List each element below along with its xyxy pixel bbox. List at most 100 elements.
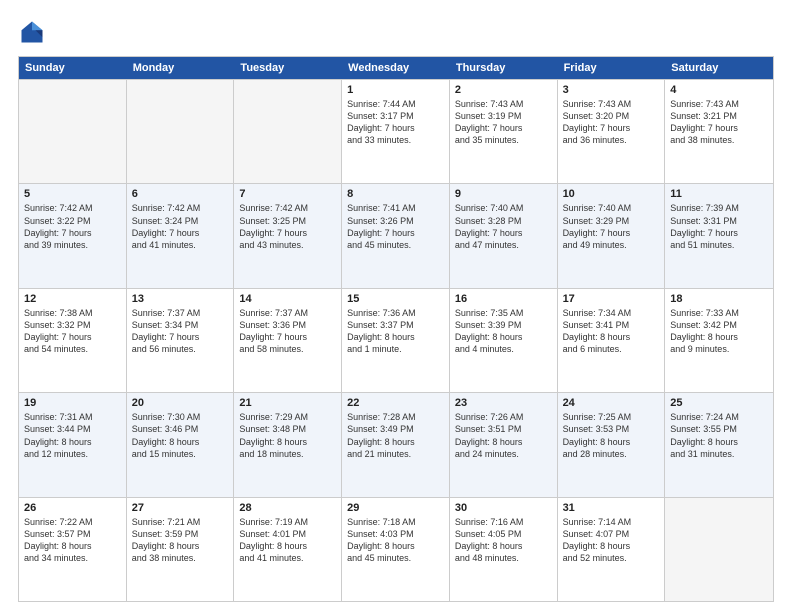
calendar-row-1: 1Sunrise: 7:44 AM Sunset: 3:17 PM Daylig… <box>19 79 773 183</box>
day-cell-21: 21 Sunrise: 7:29 AM Sunset: 3:48 PM Dayli… <box>234 393 342 496</box>
day-number: 31 <box>563 502 660 514</box>
calendar-row-2: 5Sunrise: 7:42 AM Sunset: 3:22 PM Daylig… <box>19 183 773 287</box>
day-info: Sunrise: 7:43 AM Sunset: 3:21 PM Dayligh… <box>670 98 768 147</box>
day-info: Sunrise: 7:28 AM Sunset: 3:49 PM Dayligh… <box>347 411 444 460</box>
day-info: Sunrise: 7:40 AM Sunset: 3:29 PM Dayligh… <box>563 202 660 251</box>
day-info: Sunrise: 7:41 AM Sunset: 3:26 PM Dayligh… <box>347 202 444 251</box>
day-info: Sunrise: 7:34 AM Sunset: 3:41 PM Dayligh… <box>563 307 660 356</box>
day-number: 29 <box>347 502 444 514</box>
day-cell-12: 12 Sunrise: 7:38 AM Sunset: 3:32 PM Dayli… <box>19 289 127 392</box>
day-number: 9 <box>455 188 552 200</box>
calendar-header: SundayMondayTuesdayWednesdayThursdayFrid… <box>19 57 773 79</box>
day-number: 27 <box>132 502 229 514</box>
empty-cell-0-1 <box>127 80 235 183</box>
header-day-monday: Monday <box>127 57 235 79</box>
day-info: Sunrise: 7:18 AM Sunset: 4:03 PM Dayligh… <box>347 516 444 565</box>
day-info: Sunrise: 7:38 AM Sunset: 3:32 PM Dayligh… <box>24 307 121 356</box>
day-cell-18: 18 Sunrise: 7:33 AM Sunset: 3:42 PM Dayli… <box>665 289 773 392</box>
day-number: 24 <box>563 397 660 409</box>
page: SundayMondayTuesdayWednesdayThursdayFrid… <box>0 0 792 612</box>
day-number: 6 <box>132 188 229 200</box>
day-info: Sunrise: 7:42 AM Sunset: 3:24 PM Dayligh… <box>132 202 229 251</box>
day-info: Sunrise: 7:43 AM Sunset: 3:20 PM Dayligh… <box>563 98 660 147</box>
day-cell-30: 30 Sunrise: 7:16 AM Sunset: 4:05 PM Dayli… <box>450 498 558 601</box>
day-number: 3 <box>563 84 660 96</box>
day-number: 15 <box>347 293 444 305</box>
day-info: Sunrise: 7:43 AM Sunset: 3:19 PM Dayligh… <box>455 98 552 147</box>
header-day-thursday: Thursday <box>450 57 558 79</box>
day-info: Sunrise: 7:21 AM Sunset: 3:59 PM Dayligh… <box>132 516 229 565</box>
day-info: Sunrise: 7:26 AM Sunset: 3:51 PM Dayligh… <box>455 411 552 460</box>
day-number: 17 <box>563 293 660 305</box>
day-number: 12 <box>24 293 121 305</box>
day-number: 22 <box>347 397 444 409</box>
day-number: 19 <box>24 397 121 409</box>
empty-cell-0-2 <box>234 80 342 183</box>
day-cell-11: 11 Sunrise: 7:39 AM Sunset: 3:31 PM Dayli… <box>665 184 773 287</box>
logo <box>18 18 50 46</box>
day-cell-22: 22 Sunrise: 7:28 AM Sunset: 3:49 PM Dayli… <box>342 393 450 496</box>
empty-cell-4-6 <box>665 498 773 601</box>
header <box>18 18 774 46</box>
day-info: Sunrise: 7:36 AM Sunset: 3:37 PM Dayligh… <box>347 307 444 356</box>
day-cell-7: 7 Sunrise: 7:42 AM Sunset: 3:25 PM Daylig… <box>234 184 342 287</box>
day-number: 18 <box>670 293 768 305</box>
day-cell-10: 10 Sunrise: 7:40 AM Sunset: 3:29 PM Dayli… <box>558 184 666 287</box>
day-cell-17: 17 Sunrise: 7:34 AM Sunset: 3:41 PM Dayli… <box>558 289 666 392</box>
day-number: 30 <box>455 502 552 514</box>
day-cell-20: 20Sunrise: 7:30 AM Sunset: 3:46 PM Dayli… <box>127 393 235 496</box>
day-number: 23 <box>455 397 552 409</box>
day-number: 8 <box>347 188 444 200</box>
calendar-row-4: 19 Sunrise: 7:31 AM Sunset: 3:44 PM Dayli… <box>19 392 773 496</box>
day-cell-2: 2 Sunrise: 7:43 AM Sunset: 3:19 PM Daylig… <box>450 80 558 183</box>
day-number: 5 <box>24 188 121 200</box>
header-day-friday: Friday <box>558 57 666 79</box>
day-number: 13 <box>132 293 229 305</box>
day-info: Sunrise: 7:42 AM Sunset: 3:25 PM Dayligh… <box>239 202 336 251</box>
day-cell-31: 31Sunrise: 7:14 AM Sunset: 4:07 PM Dayli… <box>558 498 666 601</box>
day-number: 10 <box>563 188 660 200</box>
day-info: Sunrise: 7:19 AM Sunset: 4:01 PM Dayligh… <box>239 516 336 565</box>
day-cell-15: 15 Sunrise: 7:36 AM Sunset: 3:37 PM Dayli… <box>342 289 450 392</box>
day-cell-26: 26 Sunrise: 7:22 AM Sunset: 3:57 PM Dayli… <box>19 498 127 601</box>
day-number: 2 <box>455 84 552 96</box>
day-info: Sunrise: 7:30 AM Sunset: 3:46 PM Dayligh… <box>132 411 229 460</box>
day-info: Sunrise: 7:31 AM Sunset: 3:44 PM Dayligh… <box>24 411 121 460</box>
header-day-tuesday: Tuesday <box>234 57 342 79</box>
day-info: Sunrise: 7:40 AM Sunset: 3:28 PM Dayligh… <box>455 202 552 251</box>
day-info: Sunrise: 7:33 AM Sunset: 3:42 PM Dayligh… <box>670 307 768 356</box>
day-cell-24: 24 Sunrise: 7:25 AM Sunset: 3:53 PM Dayli… <box>558 393 666 496</box>
day-cell-8: 8 Sunrise: 7:41 AM Sunset: 3:26 PM Daylig… <box>342 184 450 287</box>
calendar: SundayMondayTuesdayWednesdayThursdayFrid… <box>18 56 774 602</box>
day-cell-6: 6 Sunrise: 7:42 AM Sunset: 3:24 PM Daylig… <box>127 184 235 287</box>
day-info: Sunrise: 7:35 AM Sunset: 3:39 PM Dayligh… <box>455 307 552 356</box>
day-number: 28 <box>239 502 336 514</box>
day-number: 14 <box>239 293 336 305</box>
day-info: Sunrise: 7:22 AM Sunset: 3:57 PM Dayligh… <box>24 516 121 565</box>
day-cell-3: 3 Sunrise: 7:43 AM Sunset: 3:20 PM Daylig… <box>558 80 666 183</box>
day-cell-16: 16Sunrise: 7:35 AM Sunset: 3:39 PM Dayli… <box>450 289 558 392</box>
day-number: 1 <box>347 84 444 96</box>
day-number: 7 <box>239 188 336 200</box>
header-day-saturday: Saturday <box>665 57 773 79</box>
day-info: Sunrise: 7:25 AM Sunset: 3:53 PM Dayligh… <box>563 411 660 460</box>
day-number: 11 <box>670 188 768 200</box>
day-info: Sunrise: 7:39 AM Sunset: 3:31 PM Dayligh… <box>670 202 768 251</box>
logo-icon <box>18 18 46 46</box>
day-number: 26 <box>24 502 121 514</box>
day-cell-4: 4Sunrise: 7:43 AM Sunset: 3:21 PM Daylig… <box>665 80 773 183</box>
calendar-row-3: 12 Sunrise: 7:38 AM Sunset: 3:32 PM Dayli… <box>19 288 773 392</box>
empty-cell-0-0 <box>19 80 127 183</box>
day-number: 25 <box>670 397 768 409</box>
day-info: Sunrise: 7:37 AM Sunset: 3:34 PM Dayligh… <box>132 307 229 356</box>
calendar-row-5: 26 Sunrise: 7:22 AM Sunset: 3:57 PM Dayli… <box>19 497 773 601</box>
day-cell-1: 1Sunrise: 7:44 AM Sunset: 3:17 PM Daylig… <box>342 80 450 183</box>
day-number: 21 <box>239 397 336 409</box>
day-info: Sunrise: 7:16 AM Sunset: 4:05 PM Dayligh… <box>455 516 552 565</box>
day-cell-14: 14Sunrise: 7:37 AM Sunset: 3:36 PM Dayli… <box>234 289 342 392</box>
header-day-wednesday: Wednesday <box>342 57 450 79</box>
day-cell-27: 27 Sunrise: 7:21 AM Sunset: 3:59 PM Dayli… <box>127 498 235 601</box>
day-cell-9: 9 Sunrise: 7:40 AM Sunset: 3:28 PM Daylig… <box>450 184 558 287</box>
day-cell-25: 25Sunrise: 7:24 AM Sunset: 3:55 PM Dayli… <box>665 393 773 496</box>
day-info: Sunrise: 7:29 AM Sunset: 3:48 PM Dayligh… <box>239 411 336 460</box>
